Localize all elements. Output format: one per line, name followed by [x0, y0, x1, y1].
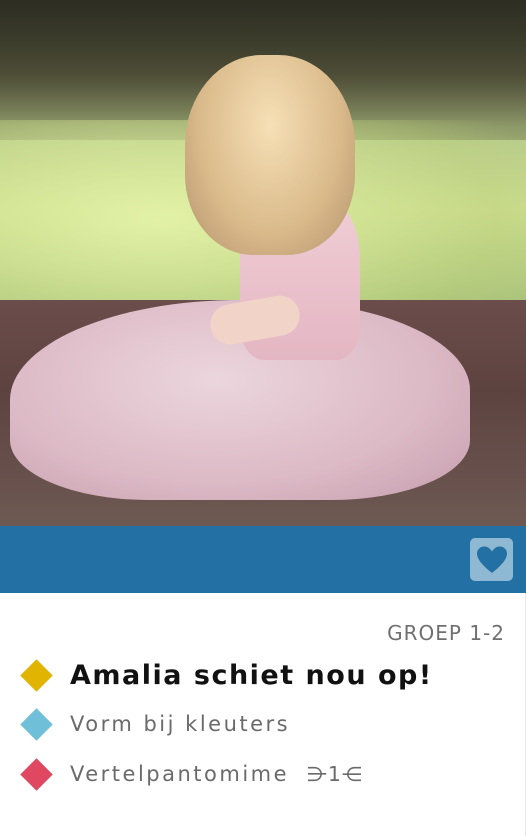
group-label: GROEP 1-2: [387, 621, 505, 645]
title-row[interactable]: Amalia schiet nou op!: [20, 659, 433, 692]
yellow-diamond-icon: [20, 659, 53, 692]
red-diamond-icon: [20, 757, 53, 791]
category-label: Vertelpantomime: [70, 762, 290, 786]
heart-icon: [476, 546, 507, 573]
blue-diamond-icon: [20, 707, 53, 741]
activity-card[interactable]: GROEP 1-2 Amalia schiet nou op! Vorm bij…: [0, 0, 526, 836]
category-label: Vorm bij kleuters: [70, 712, 291, 736]
favorite-button[interactable]: [470, 538, 513, 581]
card-image[interactable]: [0, 0, 526, 526]
card-title[interactable]: Amalia schiet nou op!: [70, 660, 433, 691]
image-hair: [185, 55, 355, 255]
category-row-vertelpantomime: Vertelpantomime ⋺1⋲: [20, 757, 363, 791]
count-badge: ⋺1⋲: [307, 762, 363, 786]
category-row-vorm: Vorm bij kleuters: [20, 707, 291, 741]
color-band: [0, 526, 526, 593]
